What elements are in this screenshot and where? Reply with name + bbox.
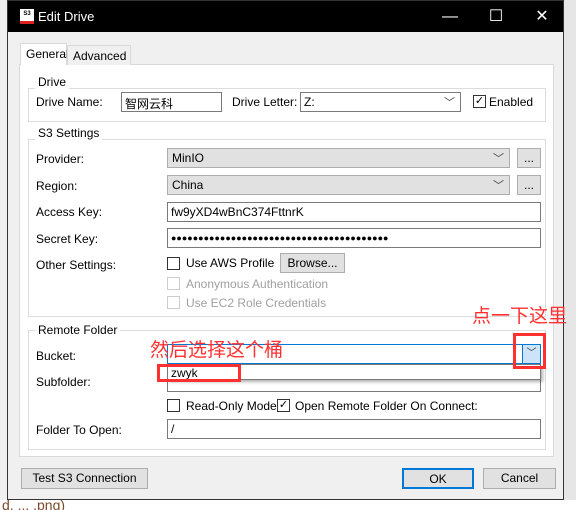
provider-label: Provider:: [36, 152, 85, 166]
anonymous-auth-checkbox[interactable]: [167, 277, 180, 290]
minimize-button[interactable]: —: [427, 1, 473, 32]
maximize-button[interactable]: ☐: [473, 1, 519, 32]
ec2-role-label: Use EC2 Role Credentials: [186, 296, 327, 310]
secret-key-label: Secret Key:: [36, 232, 99, 246]
test-s3-connection-button[interactable]: Test S3 Connection: [21, 468, 148, 489]
drive-letter-label: Drive Letter:: [232, 95, 298, 109]
chevron-down-icon: ﹀: [493, 180, 504, 192]
annotation-box-dropdown: [513, 333, 546, 369]
anonymous-auth-label: Anonymous Authentication: [186, 277, 329, 291]
ec2-role-checkbox[interactable]: [167, 296, 180, 309]
region-select[interactable]: China ﹀: [167, 175, 510, 195]
drive-name-input[interactable]: 智网云科: [121, 92, 222, 112]
secret-key-input[interactable]: ●●●●●●●●●●●●●●●●●●●●●●●●●●●●●●●●●●●●●●●●: [167, 228, 541, 248]
open-remote-label: Open Remote Folder On Connect:: [295, 399, 478, 413]
provider-value: MinIO: [172, 151, 205, 165]
remote-folder-group-label: Remote Folder: [35, 323, 121, 337]
use-aws-profile-checkbox[interactable]: [167, 257, 180, 270]
chevron-down-icon: ﹀: [444, 97, 455, 109]
bucket-label: Bucket:: [36, 349, 77, 363]
region-more-button[interactable]: ...: [517, 175, 541, 195]
drive-name-label: Drive Name:: [36, 95, 103, 109]
use-aws-profile-label: Use AWS Profile: [186, 256, 275, 270]
access-key-label: Access Key:: [36, 205, 103, 219]
drive-letter-select[interactable]: Z: ﹀: [300, 92, 461, 112]
app-icon: S3: [20, 9, 34, 24]
tab-general[interactable]: General: [20, 43, 69, 65]
drive-letter-value: Z:: [304, 95, 315, 109]
title-bar: S3 Edit Drive — ☐ ✕: [8, 1, 563, 32]
enabled-checkbox[interactable]: ✓: [473, 95, 486, 108]
annotation-select-bucket: 然后选择这个桶: [150, 340, 284, 361]
tab-advanced[interactable]: Advanced: [67, 45, 131, 65]
access-key-input[interactable]: fw9yXD4wBnC374FttnrK: [167, 202, 541, 222]
region-value: China: [172, 178, 204, 192]
background-window: [564, 0, 576, 510]
region-label: Region:: [36, 179, 78, 193]
other-settings-label: Other Settings:: [36, 258, 117, 272]
cancel-button[interactable]: Cancel: [483, 468, 556, 489]
enabled-label: Enabled: [489, 95, 534, 109]
folder-to-open-input[interactable]: /: [167, 419, 541, 439]
browse-button[interactable]: Browse...: [280, 253, 345, 273]
drive-group-label: Drive: [35, 75, 70, 89]
folder-to-open-label: Folder To Open:: [36, 423, 122, 437]
annotation-box-bucket-option: [157, 364, 241, 382]
read-only-label: Read-Only Mode: [186, 399, 277, 413]
subfolder-label: Subfolder:: [36, 375, 91, 389]
window-title: Edit Drive: [38, 9, 95, 24]
provider-more-button[interactable]: ...: [517, 148, 541, 168]
chevron-down-icon: ﹀: [493, 153, 504, 165]
ok-button[interactable]: OK: [402, 468, 474, 489]
close-button[interactable]: ✕: [519, 1, 565, 32]
edit-drive-dialog: S3 Edit Drive — ☐ ✕ General Advanced Dri…: [7, 0, 564, 500]
background-text: d, ... .png): [0, 500, 576, 510]
annotation-click-here: 点一下这里: [472, 306, 568, 327]
s3-group-label: S3 Settings: [35, 126, 103, 140]
provider-select[interactable]: MinIO ﹀: [167, 148, 510, 168]
read-only-checkbox[interactable]: [167, 399, 180, 412]
open-remote-checkbox[interactable]: ✓: [277, 399, 290, 412]
